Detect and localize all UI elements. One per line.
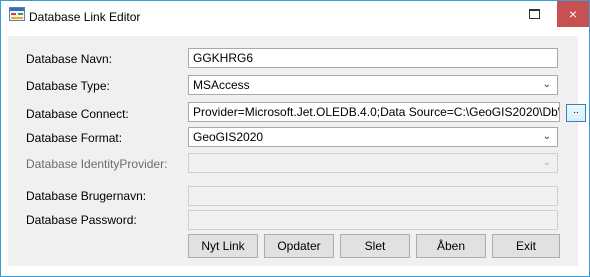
- database-connect-input[interactable]: Provider=Microsoft.Jet.OLEDB.4.0;Data So…: [188, 102, 560, 122]
- close-icon: ×: [568, 6, 578, 22]
- title-bar[interactable]: Database Link Editor ×: [1, 1, 589, 31]
- minimize-button[interactable]: [511, 1, 557, 27]
- app-icon: [9, 7, 25, 21]
- exit-button[interactable]: Exit: [492, 234, 560, 258]
- label-database-brugernavn: Database Brugernavn:: [26, 189, 147, 203]
- chevron-down-icon[interactable]: ⌄: [543, 79, 551, 90]
- browse-button[interactable]: ..: [566, 104, 586, 122]
- close-button[interactable]: ×: [557, 1, 589, 27]
- aaben-button[interactable]: Åben: [416, 234, 486, 258]
- database-type-select[interactable]: MSAccess ⌄: [188, 75, 558, 95]
- label-database-identityprovider: Database IdentityProvider:: [26, 157, 168, 171]
- database-format-select[interactable]: GeoGIS2020 ⌄: [188, 127, 558, 147]
- form-area: [8, 36, 578, 266]
- database-brugernavn-input[interactable]: [188, 186, 558, 206]
- database-format-value: GeoGIS2020: [193, 130, 264, 144]
- label-database-connect: Database Connect:: [26, 107, 129, 121]
- opdater-button[interactable]: Opdater: [264, 234, 334, 258]
- window-title: Database Link Editor: [29, 10, 141, 24]
- chevron-down-icon: ⌄: [542, 157, 551, 168]
- chevron-down-icon[interactable]: ⌄: [543, 131, 551, 142]
- database-identityprovider-select[interactable]: ⌄: [188, 153, 558, 173]
- label-database-type: Database Type:: [26, 79, 110, 93]
- database-password-input[interactable]: [188, 210, 558, 230]
- minimize-icon: [528, 9, 540, 19]
- nyt-link-button[interactable]: Nyt Link: [188, 234, 258, 258]
- label-database-password: Database Password:: [26, 213, 137, 227]
- database-type-value: MSAccess: [193, 78, 250, 92]
- label-database-navn: Database Navn:: [26, 52, 113, 66]
- slet-button[interactable]: Slet: [340, 234, 410, 258]
- database-navn-input[interactable]: GGKHRG6: [188, 48, 558, 68]
- label-database-format: Database Format:: [26, 131, 123, 145]
